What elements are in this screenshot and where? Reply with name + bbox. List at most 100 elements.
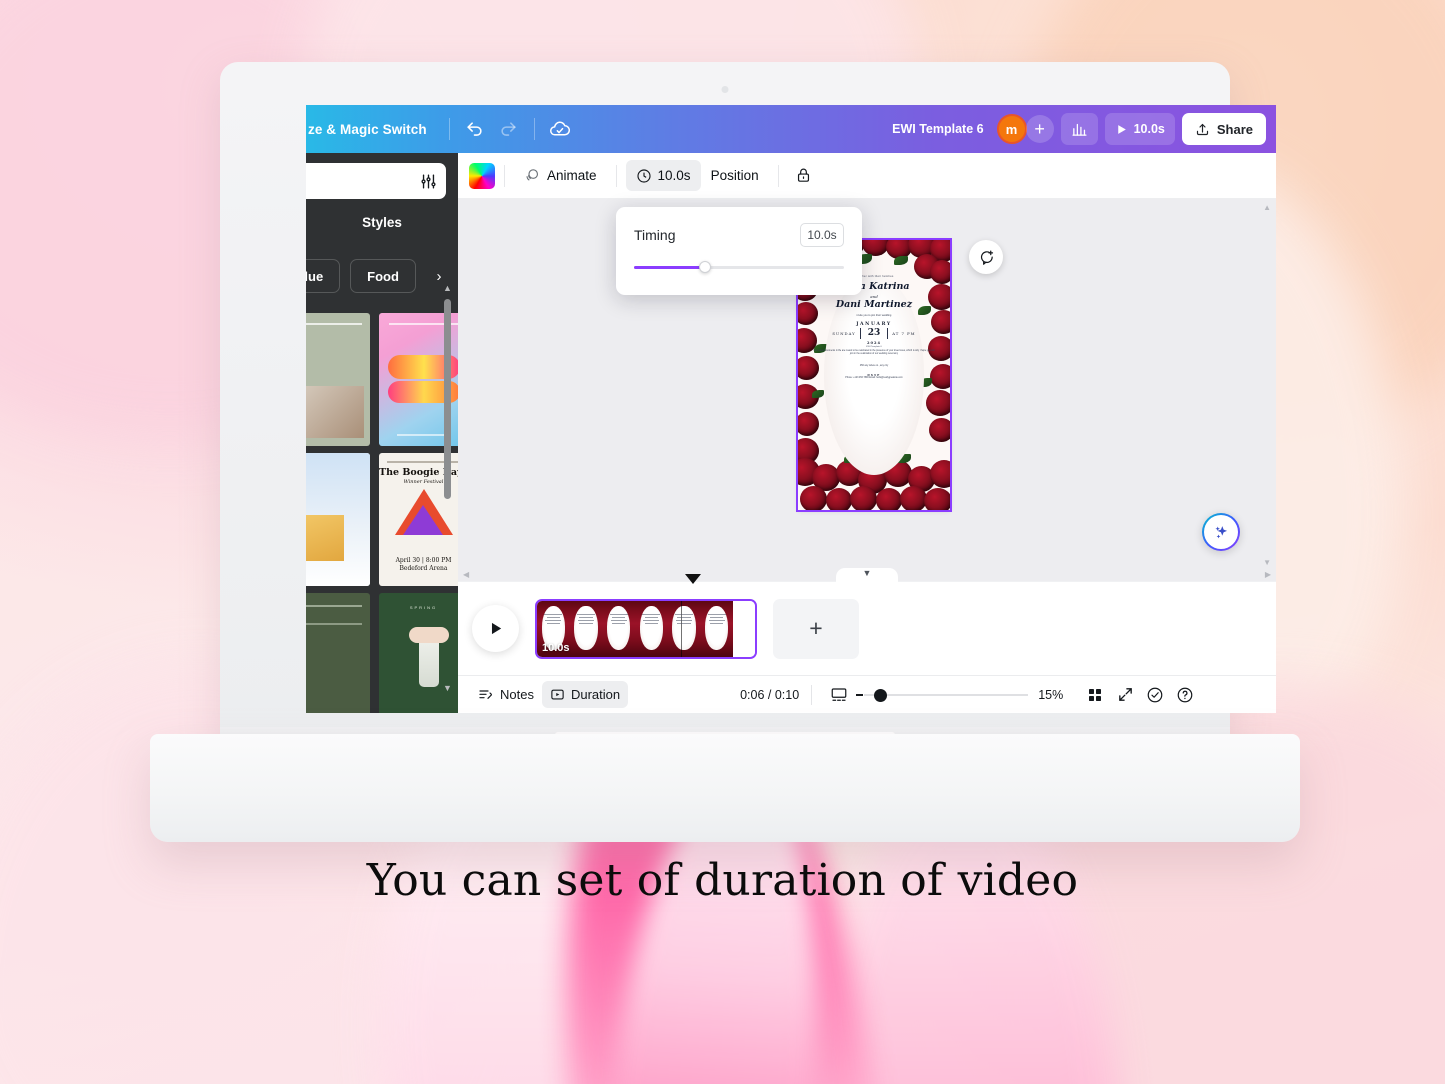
list-item[interactable]: val [306,453,370,586]
scroll-right-arrow[interactable]: ▶ [1265,570,1271,579]
event-day-of-week: SUNDAY [832,330,856,336]
position-button[interactable]: Position [701,160,769,191]
add-collaborator-button[interactable]: + [1025,115,1054,143]
style-chip-blue[interactable]: Blue [306,259,341,293]
event-day: 23 [867,328,881,339]
styles-panel: Styles Blue Food › lan [306,153,458,713]
zoom-slider-knob[interactable] [874,688,888,702]
notes-icon [479,689,492,699]
play-icon [491,622,502,635]
help-circle-icon[interactable] [1170,681,1200,709]
divider [777,164,779,187]
groom-name: Dani Martinez [835,298,913,310]
screenshot-stage: ze & Magic Switch EWI Template 6 m + 10.… [0,0,1445,1084]
divider [533,118,535,140]
magic-sparkle-icon [1214,525,1227,538]
playhead-marker[interactable] [685,574,701,584]
preview-duration-label: 10.0s [1133,122,1165,136]
page-caption: You can set of duration of video [366,855,1079,906]
chevron-down-icon: ▼ [862,568,872,578]
duration-button[interactable]: Duration [541,681,629,708]
rainbow-color-swatch[interactable] [469,162,495,189]
share-label: Share [1216,121,1253,137]
timing-slider[interactable] [634,261,844,273]
search-input[interactable] [306,163,446,199]
preview-duration-button[interactable]: 10.0s [1104,113,1175,145]
timing-value-input[interactable]: 10.0s [800,223,844,247]
cloud-check-icon[interactable] [543,112,577,146]
timeline-expand-button[interactable]: ▼ [836,568,898,583]
notes-label: Notes [500,687,534,702]
notes-button[interactable]: Notes [470,681,542,708]
add-comment-icon [980,250,993,265]
timing-popover: Timing 10.0s [616,207,862,295]
laptop-screen: ze & Magic Switch EWI Template 6 m + 10.… [306,105,1276,713]
check-circle-icon[interactable] [1140,681,1170,709]
panel-heading: Styles [362,215,402,230]
webcam [721,86,729,93]
divider [504,164,505,187]
invitation-contact: Phone: +123 456 7890 Email: hello@really… [845,376,903,379]
style-chip-list: Blue Food › [306,259,452,293]
duration-icon [551,689,564,700]
expand-icon[interactable] [1110,681,1140,709]
style-thumbnail-grid: lan [306,313,458,713]
share-button[interactable]: Share [1181,113,1266,145]
invitation-paragraph: the dearest moments in life are meant to… [813,349,935,356]
canva-editor-app: ze & Magic Switch EWI Template 6 m + 10.… [306,105,1276,713]
event-month: JANUARY [856,321,892,327]
animate-label: Animate [547,168,597,183]
laptop-mockup: ze & Magic Switch EWI Template 6 m + 10.… [150,62,1300,842]
magic-studio-button[interactable] [1202,513,1240,551]
divider [615,164,617,187]
laptop-base [150,734,1300,842]
time-display: 0:06 / 0:10 [740,687,800,702]
zoom-value: 15% [1038,687,1064,702]
scroll-left-arrow[interactable]: ◀ [463,570,469,579]
status-bar: Notes Duration 0:06 / 0:10 15% [458,675,1276,713]
duration-label: Duration [570,687,621,702]
invite-line: invite you to join their wedding [856,313,892,317]
list-item[interactable] [306,593,370,713]
add-page-button[interactable]: + [773,598,859,659]
divider [448,118,450,140]
template-tag: EWI Template 6 [866,345,882,348]
invitation-address: 456 any where st., any city [859,363,889,367]
style-chip-food[interactable]: Food [350,259,416,293]
add-comment-button[interactable] [969,240,1003,274]
document-name[interactable]: EWI Template 6 [892,122,983,136]
laptop-lid: ze & Magic Switch EWI Template 6 m + 10.… [220,62,1276,742]
app-title-partial: ze & Magic Switch [308,121,427,137]
context-toolbar: Animate 10.0s Position [458,153,1276,199]
zoom-slider[interactable] [856,688,1029,702]
timeline: ▼ 10.0s + [458,568,1276,675]
event-year: 2024 [866,340,881,345]
editor-column: Animate 10.0s Position Together with the… [458,153,1276,713]
list-item[interactable]: lan [306,313,370,446]
scroll-up-arrow[interactable]: ▲ [1263,203,1271,212]
timing-button[interactable]: 10.0s [625,160,701,191]
play-button[interactable] [472,605,519,652]
insights-button[interactable] [1060,113,1098,145]
timing-slider-knob[interactable] [699,261,712,273]
position-label: Position [710,168,759,183]
sliders-icon [421,173,436,189]
top-toolbar: ze & Magic Switch EWI Template 6 m + 10.… [306,105,1276,153]
clip-duration-label: 10.0s [542,641,570,654]
animate-button[interactable]: Animate [514,160,607,191]
undo-icon[interactable] [458,112,492,146]
lock-icon[interactable] [788,160,820,191]
event-date-row: SUNDAY 23 AT 7 PM [813,327,935,339]
redo-icon[interactable] [492,112,526,146]
grid-icon[interactable] [1080,681,1110,709]
event-time: AT 7 PM [892,330,916,336]
canvas-area[interactable]: Together with their families Anna Katrin… [458,199,1276,581]
timeline-clip[interactable]: 10.0s [535,598,757,659]
panel-scrollbar[interactable]: ▲ ▼ [443,283,452,693]
avatar[interactable]: m [996,114,1027,144]
timing-label: 10.0s [657,168,691,183]
divider [811,684,813,705]
page-view-icon[interactable] [824,681,854,709]
timing-popover-label: Timing [634,227,676,243]
scroll-down-arrow[interactable]: ▼ [1263,558,1271,567]
